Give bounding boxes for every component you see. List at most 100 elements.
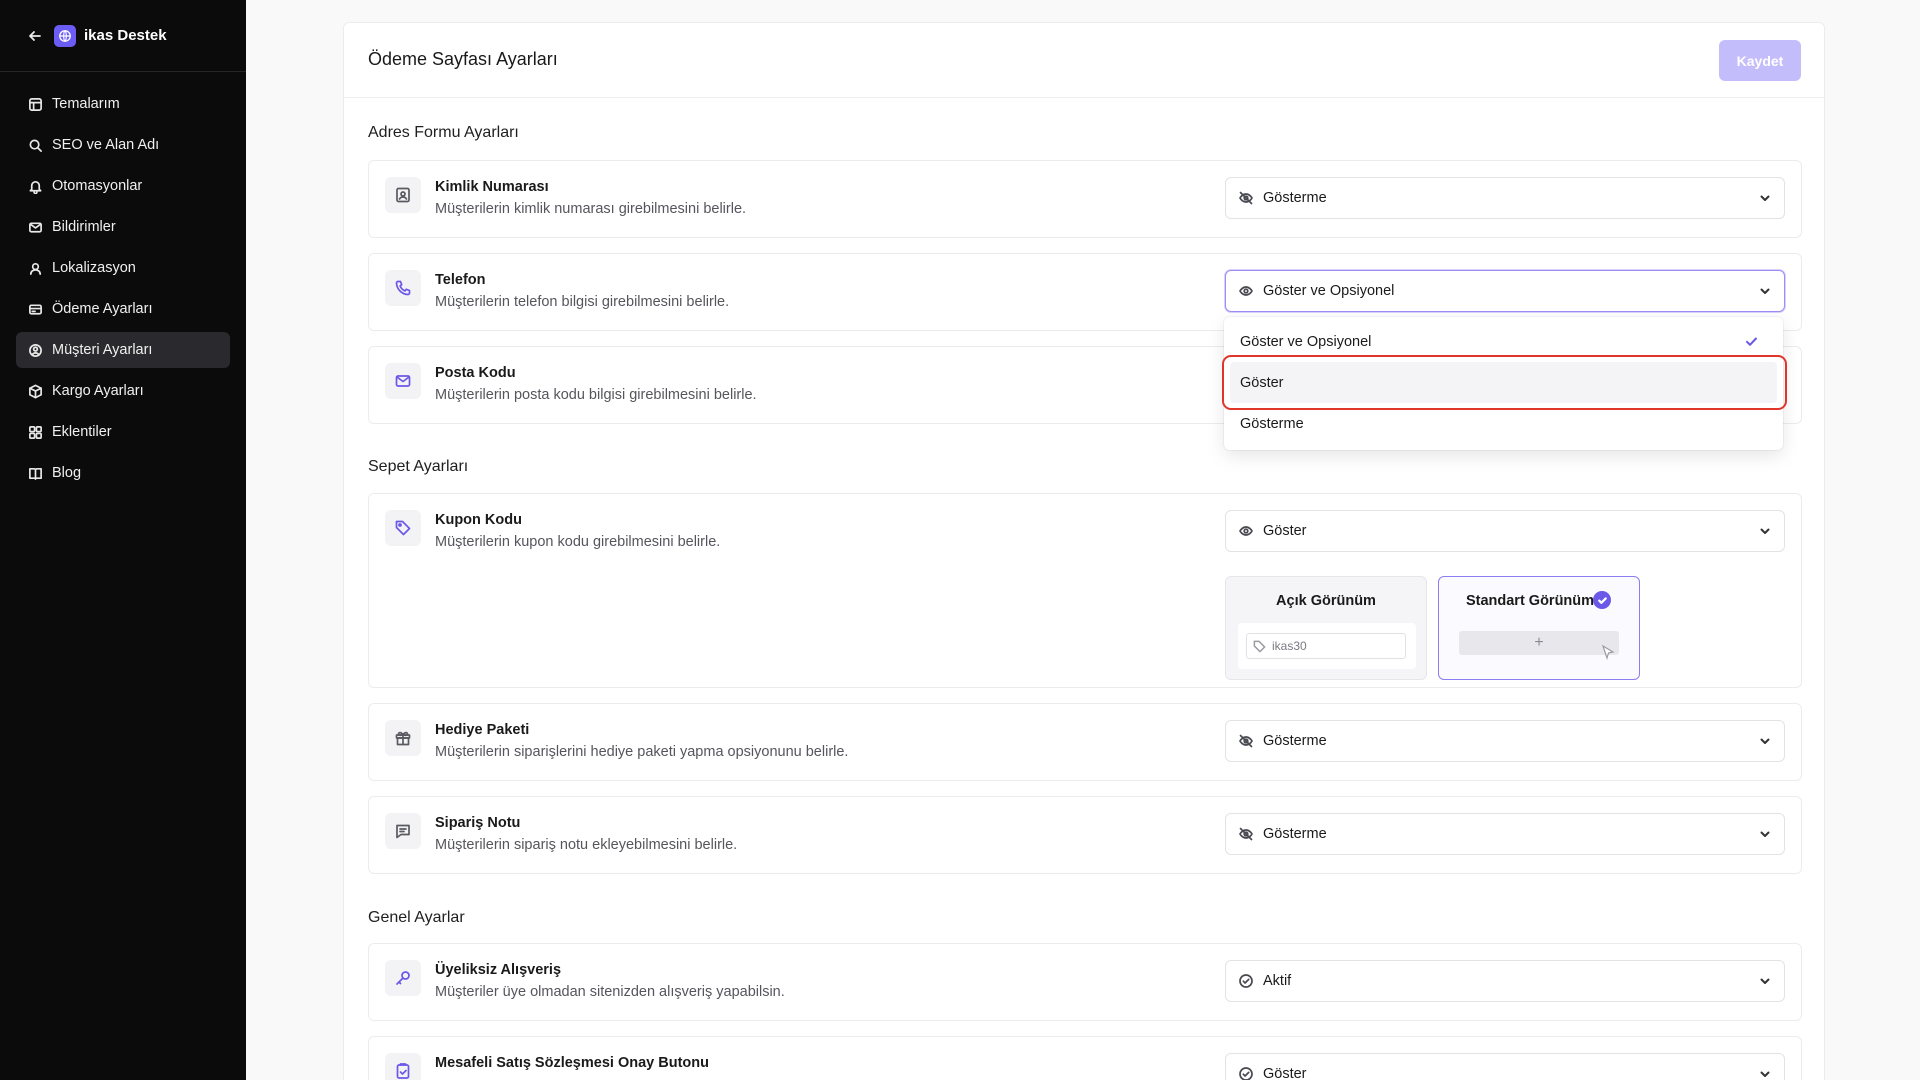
id-card-icon (385, 177, 421, 213)
sidebar-item-label: SEO ve Alan Adı (52, 137, 160, 153)
setting-title: Hediye Paketi (435, 722, 530, 738)
kupon-visibility-select[interactable]: Göster (1225, 510, 1785, 552)
setting-title: Kupon Kodu (435, 512, 522, 528)
eye-icon (1238, 523, 1254, 539)
tag-icon (385, 510, 421, 546)
dropdown-option-gosterme[interactable]: Gösterme (1224, 403, 1783, 444)
sidebar-item-odeme-ayarlari[interactable]: Ödeme Ayarları (16, 291, 230, 327)
sidebar-title: ikas Destek (84, 27, 167, 44)
book-icon (27, 465, 43, 481)
setting-description: Müşterilerin sipariş notu ekleyebilmesin… (435, 837, 738, 853)
setting-row-siparis-notu: Sipariş Notu Müşterilerin sipariş notu e… (368, 796, 1802, 874)
section-title-cart: Sepet Ayarları (368, 458, 469, 475)
telefon-visibility-select[interactable]: Göster ve Opsiyonel (1225, 270, 1785, 312)
eye-off-icon (1238, 190, 1254, 206)
section-title-address: Adres Formu Ayarları (368, 124, 519, 141)
kimlik-visibility-select[interactable]: Gösterme (1225, 177, 1785, 219)
sidebar-item-blog[interactable]: Blog (16, 455, 230, 491)
sidebar: ikas Destek Temalarım SEO ve Alan Adı Ot… (0, 0, 246, 1080)
sidebar-item-label: Temalarım (52, 96, 120, 112)
setting-row-mesafeli: Mesafeli Satış Sözleşmesi Onay Butonu Gö… (368, 1036, 1802, 1080)
select-value: Aktif (1263, 973, 1292, 989)
globe-logo-icon (54, 24, 76, 47)
style-label: Açık Görünüm (1276, 593, 1376, 609)
grid-icon (27, 424, 43, 440)
siparis-notu-visibility-select[interactable]: Gösterme (1225, 813, 1785, 855)
sidebar-item-lokalizasyon[interactable]: Lokalizasyon (16, 250, 230, 286)
chevron-down-icon (1758, 974, 1772, 988)
sidebar-item-otomasyonlar[interactable]: Otomasyonlar (16, 168, 230, 204)
bell-icon (27, 178, 43, 194)
select-value: Göster (1263, 523, 1307, 539)
sidebar-nav: Temalarım SEO ve Alan Adı Otomasyonlar B… (0, 72, 246, 510)
user-circle-icon (27, 342, 43, 358)
layout-icon (27, 96, 43, 112)
setting-title: Üyeliksiz Alışveriş (435, 962, 562, 978)
message-icon (385, 813, 421, 849)
eye-icon (1238, 283, 1254, 299)
setting-description: Müşteriler üye olmadan sitenizden alışve… (435, 984, 785, 1000)
envelope-icon (385, 363, 421, 399)
sidebar-item-label: Eklentiler (52, 424, 112, 440)
sidebar-item-label: Müşteri Ayarları (52, 342, 153, 358)
select-value: Göster (1263, 1066, 1307, 1080)
chevron-down-icon (1758, 734, 1772, 748)
option-label: Göster (1240, 374, 1284, 391)
sidebar-item-eklentiler[interactable]: Eklentiler (16, 414, 230, 450)
coupon-style-standard[interactable]: Standart Görünüm + (1438, 576, 1640, 680)
uyeliksiz-status-select[interactable]: Aktif (1225, 960, 1785, 1002)
chevron-down-icon (1758, 284, 1772, 298)
page-title: Ödeme Sayfası Ayarları (368, 49, 558, 69)
user-location-icon (27, 260, 43, 276)
coupon-preview-input: ikas30 (1238, 623, 1416, 669)
back-arrow-icon[interactable] (26, 27, 44, 45)
card-header: Ödeme Sayfası Ayarları Kaydet (344, 23, 1824, 98)
mesafeli-visibility-select[interactable]: Göster (1225, 1053, 1785, 1080)
sidebar-header: ikas Destek (0, 0, 246, 72)
dropdown-option-goster-ve-opsiyonel[interactable]: Göster ve Opsiyonel (1224, 321, 1783, 362)
check-circle-icon (1238, 1066, 1254, 1080)
credit-card-icon (27, 301, 43, 317)
select-value: Gösterme (1263, 733, 1327, 749)
setting-description: Müşterilerin telefon bilgisi girebilmesi… (435, 294, 730, 310)
mail-icon (27, 219, 43, 235)
dropdown-option-goster[interactable]: Göster (1230, 362, 1777, 403)
package-icon (27, 383, 43, 399)
check-circle-icon (1238, 973, 1254, 989)
sidebar-item-label: Kargo Ayarları (52, 383, 144, 399)
option-label: Göster ve Opsiyonel (1240, 333, 1372, 350)
sidebar-item-musteri-ayarlari[interactable]: Müşteri Ayarları (16, 332, 230, 368)
select-value: Gösterme (1263, 190, 1327, 206)
setting-row-kimlik: Kimlik Numarası Müşterilerin kimlik numa… (368, 160, 1802, 238)
hediye-visibility-select[interactable]: Gösterme (1225, 720, 1785, 762)
sidebar-item-label: Lokalizasyon (52, 260, 136, 276)
select-value: Göster ve Opsiyonel (1263, 283, 1395, 299)
setting-title: Sipariş Notu (435, 815, 521, 831)
coupon-sample-code: ikas30 (1272, 639, 1307, 653)
settings-card: Ödeme Sayfası Ayarları Kaydet Adres Form… (343, 22, 1825, 1080)
tag-icon (1253, 640, 1266, 653)
coupon-add-preview: + (1459, 631, 1619, 655)
chevron-down-icon (1758, 827, 1772, 841)
eye-off-icon (1238, 733, 1254, 749)
sidebar-item-temalarim[interactable]: Temalarım (16, 86, 230, 122)
sidebar-item-seo[interactable]: SEO ve Alan Adı (16, 127, 230, 163)
setting-title: Kimlik Numarası (435, 179, 549, 195)
setting-description: Müşterilerin posta kodu bilgisi girebilm… (435, 387, 757, 403)
save-button[interactable]: Kaydet (1719, 40, 1801, 81)
sidebar-item-label: Blog (52, 465, 82, 481)
eye-off-icon (1238, 826, 1254, 842)
setting-description: Müşterilerin kupon kodu girebilmesini be… (435, 534, 721, 550)
pointer-cursor-icon (1601, 644, 1615, 660)
sidebar-item-kargo-ayarlari[interactable]: Kargo Ayarları (16, 373, 230, 409)
check-circle-icon (1593, 591, 1611, 609)
coupon-style-open[interactable]: Açık Görünüm ikas30 (1225, 576, 1427, 680)
option-label: Gösterme (1240, 415, 1304, 432)
chevron-down-icon (1758, 1067, 1772, 1080)
sidebar-item-label: Otomasyonlar (52, 178, 143, 194)
setting-row-hediye: Hediye Paketi Müşterilerin siparişlerini… (368, 703, 1802, 781)
sidebar-item-bildirimler[interactable]: Bildirimler (16, 209, 230, 245)
key-icon (385, 960, 421, 996)
gift-icon (385, 720, 421, 756)
setting-title: Posta Kodu (435, 365, 516, 381)
